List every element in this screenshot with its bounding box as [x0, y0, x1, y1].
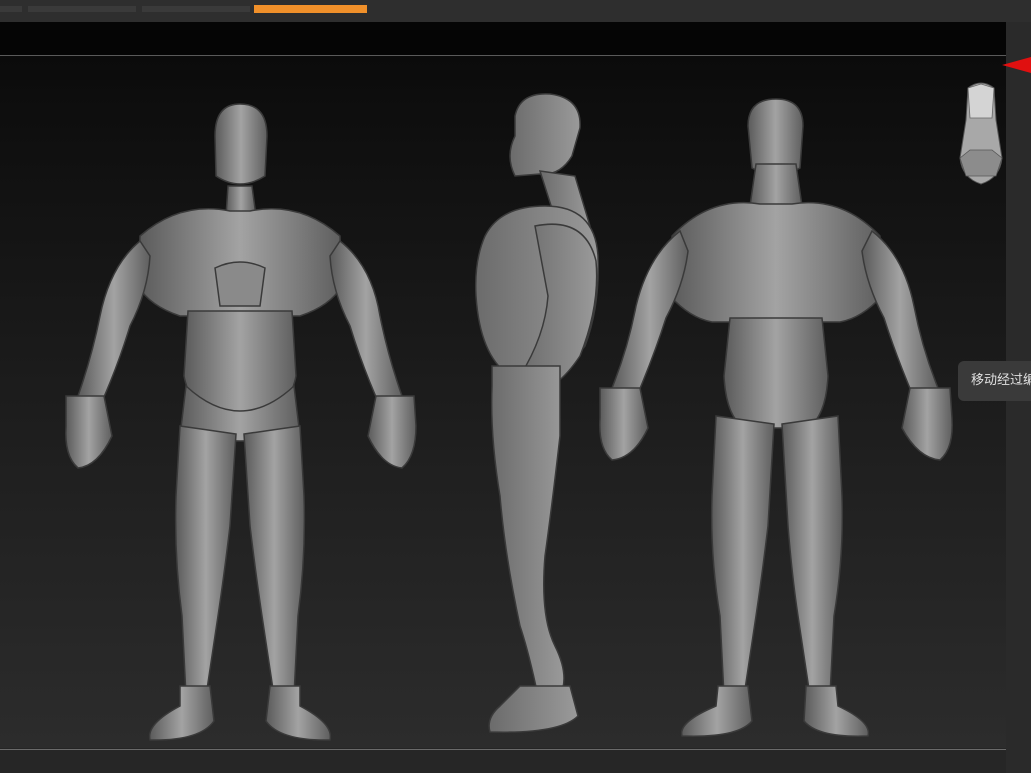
back-view-figure[interactable] [599, 98, 953, 737]
toolbar-segment[interactable] [0, 6, 22, 12]
toolbar-segment[interactable] [28, 6, 136, 12]
active-tab-indicator[interactable] [254, 5, 367, 13]
top-toolbar [0, 0, 1031, 22]
tooltip: 移动经过编 [958, 361, 1031, 401]
front-view-figure[interactable] [65, 103, 417, 741]
toolbar-segment[interactable] [142, 6, 250, 12]
header-band [0, 22, 1006, 55]
side-view-figure[interactable] [474, 93, 599, 733]
model-canvas[interactable] [0, 56, 1006, 748]
head-cube-icon[interactable] [956, 80, 1006, 186]
bottom-toolbar [0, 750, 1031, 773]
arrow-icon[interactable] [1002, 57, 1031, 73]
sculpt-viewport[interactable] [0, 56, 1006, 748]
